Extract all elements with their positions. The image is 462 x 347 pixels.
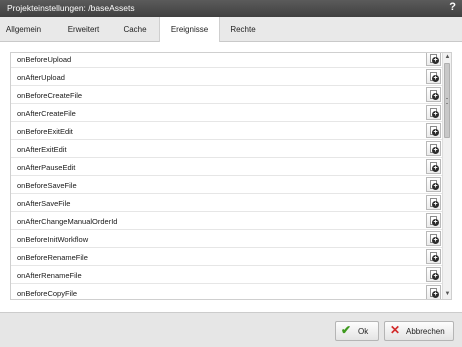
vertical-scrollbar[interactable]: ▲ ▼ bbox=[442, 53, 451, 299]
add-event-script-button[interactable]: + bbox=[426, 123, 441, 138]
event-row: onAfterPauseEdit + bbox=[11, 158, 443, 176]
plus-icon: + bbox=[432, 183, 439, 190]
plus-icon: + bbox=[432, 57, 439, 64]
plus-icon: + bbox=[432, 75, 439, 82]
event-row: onAfterExitEdit + bbox=[11, 140, 443, 158]
tab-content: onBeforeUpload + onAfterUpload + onBeforeCre… bbox=[0, 42, 462, 312]
event-row: onBeforeUpload + bbox=[11, 53, 443, 68]
event-name: onAfterUpload bbox=[17, 73, 65, 82]
event-row: onBeforeRenameFile + bbox=[11, 248, 443, 266]
checkmark-icon: ✔ bbox=[341, 323, 352, 337]
scrollbar-thumb[interactable] bbox=[444, 63, 450, 138]
plus-icon: + bbox=[432, 165, 439, 172]
add-event-script-button[interactable]: + bbox=[426, 285, 441, 299]
tab-rechte[interactable]: Rechte bbox=[222, 17, 264, 42]
event-row: onAfterSaveFile + bbox=[11, 194, 443, 212]
scroll-down-arrow-icon[interactable]: ▼ bbox=[443, 290, 451, 299]
plus-icon: + bbox=[432, 237, 439, 244]
event-row: onBeforeCopyFile + bbox=[11, 284, 443, 299]
event-row: onAfterRenameFile + bbox=[11, 266, 443, 284]
add-event-script-button[interactable]: + bbox=[426, 249, 441, 264]
add-event-script-button[interactable]: + bbox=[426, 53, 441, 66]
add-event-script-button[interactable]: + bbox=[426, 105, 441, 120]
event-row: onAfterChangeManualOrderId + bbox=[11, 212, 443, 230]
add-event-script-button[interactable]: + bbox=[426, 177, 441, 192]
dialog-footer: ✔ Ok ✕ Abbrechen bbox=[0, 312, 462, 347]
event-name: onAfterChangeManualOrderId bbox=[17, 217, 118, 226]
event-name: onAfterExitEdit bbox=[17, 145, 67, 154]
event-name: onAfterSaveFile bbox=[17, 199, 71, 208]
tab-cache[interactable]: Cache bbox=[115, 17, 155, 42]
ok-button-label: Ok bbox=[358, 327, 369, 336]
plus-icon: + bbox=[432, 255, 439, 262]
event-row: onAfterCreateFile + bbox=[11, 104, 443, 122]
cancel-button[interactable]: ✕ Abbrechen bbox=[384, 321, 454, 341]
cancel-button-label: Abbrechen bbox=[406, 327, 445, 336]
add-event-script-button[interactable]: + bbox=[426, 141, 441, 156]
plus-icon: + bbox=[432, 291, 439, 298]
event-row: onBeforeInitWorkflow + bbox=[11, 230, 443, 248]
event-row: onBeforeCreateFile + bbox=[11, 86, 443, 104]
event-name: onBeforeUpload bbox=[17, 55, 72, 64]
add-event-script-button[interactable]: + bbox=[426, 213, 441, 228]
plus-icon: + bbox=[432, 147, 439, 154]
event-name: onBeforeRenameFile bbox=[17, 253, 88, 262]
tab-ereignisse[interactable]: Ereignisse bbox=[159, 17, 220, 43]
tab-allgemein[interactable]: Allgemein bbox=[0, 17, 47, 42]
tab-erweitert[interactable]: Erweitert bbox=[60, 17, 107, 42]
event-row: onBeforeExitEdit + bbox=[11, 122, 443, 140]
event-list: onBeforeUpload + onAfterUpload + onBeforeCre… bbox=[10, 52, 452, 300]
event-name: onBeforeSaveFile bbox=[17, 181, 77, 190]
event-name: onAfterPauseEdit bbox=[17, 163, 76, 172]
event-row: onBeforeSaveFile + bbox=[11, 176, 443, 194]
window-title: Projekteinstellungen: /baseAssets bbox=[7, 3, 135, 13]
tab-bar: Allgemein Erweitert Cache Ereignisse Rec… bbox=[0, 17, 462, 43]
event-name: onBeforeCreateFile bbox=[17, 91, 83, 100]
grip-icon bbox=[446, 98, 448, 104]
add-event-script-button[interactable]: + bbox=[426, 195, 441, 210]
plus-icon: + bbox=[432, 129, 439, 136]
plus-icon: + bbox=[432, 93, 439, 100]
event-name: onAfterRenameFile bbox=[17, 271, 82, 280]
event-name: onBeforeExitEdit bbox=[17, 127, 73, 136]
plus-icon: + bbox=[432, 273, 439, 280]
add-event-script-button[interactable]: + bbox=[426, 267, 441, 282]
title-bar: Projekteinstellungen: /baseAssets ? bbox=[0, 0, 462, 17]
event-name: onAfterCreateFile bbox=[17, 109, 76, 118]
event-name: onBeforeInitWorkflow bbox=[17, 235, 89, 244]
add-event-script-button[interactable]: + bbox=[426, 159, 441, 174]
plus-icon: + bbox=[432, 219, 439, 226]
event-rows: onBeforeUpload + onAfterUpload + onBeforeCre… bbox=[11, 53, 443, 299]
plus-icon: + bbox=[432, 111, 439, 118]
event-name: onBeforeCopyFile bbox=[17, 289, 78, 298]
plus-icon: + bbox=[432, 201, 439, 208]
scroll-up-arrow-icon[interactable]: ▲ bbox=[443, 53, 451, 62]
cross-icon: ✕ bbox=[390, 323, 401, 337]
help-icon[interactable]: ? bbox=[449, 1, 456, 13]
event-row: onAfterUpload + bbox=[11, 68, 443, 86]
add-event-script-button[interactable]: + bbox=[426, 69, 441, 84]
ok-button[interactable]: ✔ Ok bbox=[335, 321, 379, 341]
add-event-script-button[interactable]: + bbox=[426, 231, 441, 246]
add-event-script-button[interactable]: + bbox=[426, 87, 441, 102]
